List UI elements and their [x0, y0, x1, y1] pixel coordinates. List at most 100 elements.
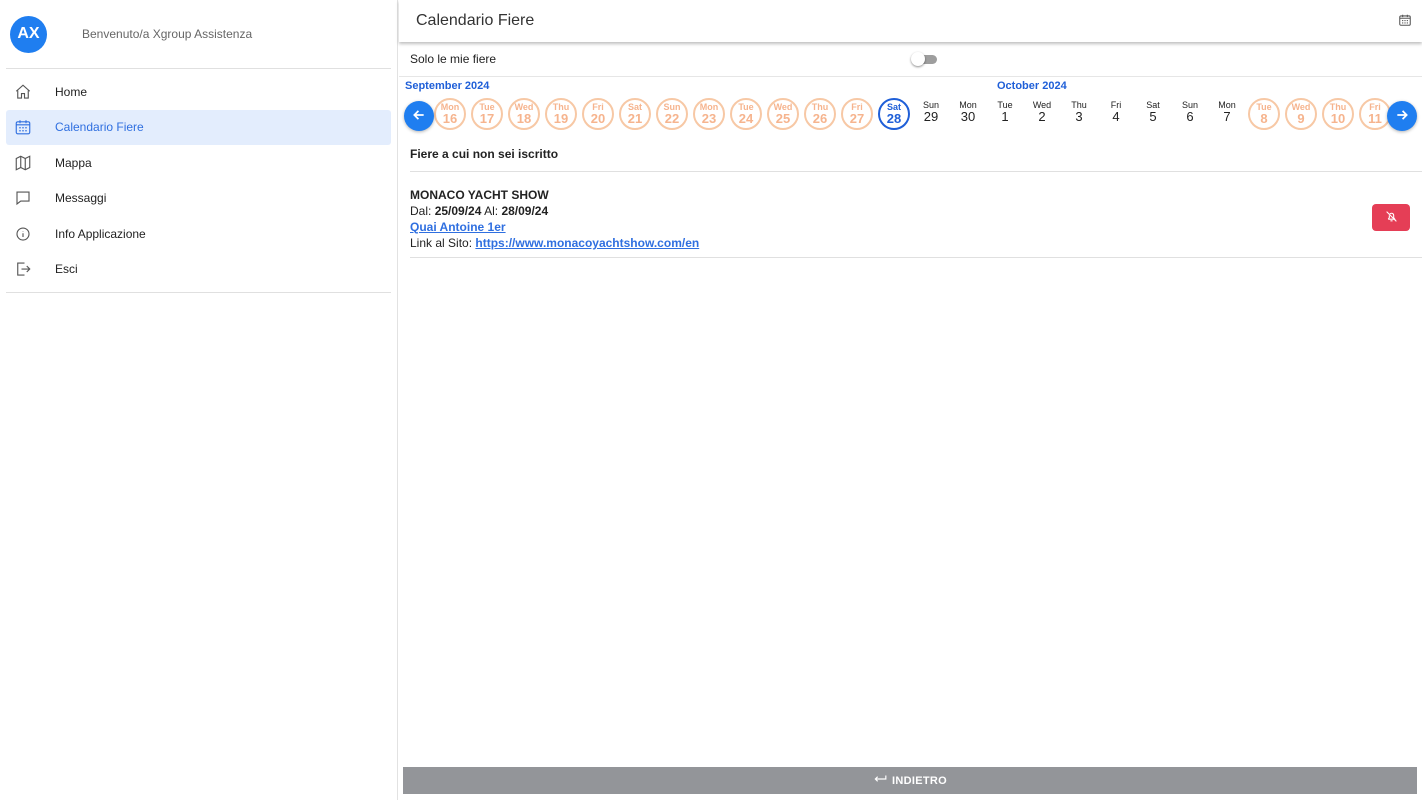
day-number: 1: [1001, 109, 1009, 124]
sidebar-item-label: Calendario Fiere: [55, 120, 144, 135]
event-dates: Dal: 25/09/24 Al: 28/09/24: [410, 203, 699, 219]
day-number: 22: [664, 111, 680, 126]
calendar-day[interactable]: Mon 23: [693, 98, 725, 130]
home-icon: [14, 83, 32, 101]
logout-icon: [14, 260, 32, 278]
calendar-day[interactable]: Mon 30: [952, 98, 984, 130]
event-location-link[interactable]: Quai Antoine 1er: [410, 220, 506, 234]
day-number: 27: [849, 111, 865, 126]
next-week-button[interactable]: [1387, 101, 1417, 131]
day-number: 16: [442, 111, 458, 126]
calendar-day[interactable]: Thu 19: [545, 98, 577, 130]
return-arrow-icon: [873, 774, 892, 787]
message-icon: [14, 189, 32, 207]
back-button-label: INDIETRO: [892, 774, 947, 787]
day-number: 8: [1260, 111, 1268, 126]
day-number: 9: [1297, 111, 1305, 126]
sidebar-item-label: Info Applicazione: [55, 226, 146, 241]
sidebar-item-messaggi[interactable]: Messaggi: [6, 181, 391, 217]
calendar-day[interactable]: Mon 7: [1211, 98, 1243, 130]
day-number: 23: [701, 111, 717, 126]
calendar-day[interactable]: Sat 21: [619, 98, 651, 130]
calendar-day[interactable]: Wed 25: [767, 98, 799, 130]
arrow-right-icon: [1395, 108, 1409, 125]
mute-notifications-button[interactable]: [1372, 204, 1410, 231]
calendar-day[interactable]: Fri 27: [841, 98, 873, 130]
calendar-day[interactable]: Tue 24: [730, 98, 762, 130]
event-title: MONACO YACHT SHOW: [410, 188, 549, 202]
calendar-day[interactable]: Sun 22: [656, 98, 688, 130]
day-number: 10: [1330, 111, 1346, 126]
info-icon: [14, 225, 32, 243]
day-number: 21: [627, 111, 643, 126]
back-button[interactable]: INDIETRO: [403, 767, 1417, 794]
page-title: Calendario Fiere: [416, 12, 535, 29]
sidebar-item-mappa[interactable]: Mappa: [6, 145, 391, 181]
day-number: 11: [1368, 111, 1382, 126]
main-content: Calendario Fiere Solo le mie fiere Septe…: [399, 0, 1422, 800]
day-number: 7: [1223, 109, 1231, 124]
divider: [410, 171, 1422, 172]
day-number: 20: [590, 111, 606, 126]
calendar-day[interactable]: Sat 5: [1137, 98, 1169, 130]
event-site: Link al Sito: https://www.monacoyachtsho…: [410, 235, 699, 251]
sidebar-item-esci[interactable]: Esci: [6, 252, 391, 288]
avatar[interactable]: AX: [10, 15, 47, 53]
calendar-day[interactable]: Tue 17: [471, 98, 503, 130]
day-number: 3: [1075, 109, 1083, 124]
from-label: Dal:: [410, 204, 432, 218]
map-icon: [14, 154, 32, 172]
user-header: AX Benvenuto/a Xgroup Assistenza: [6, 0, 391, 69]
site-label: Link al Sito:: [410, 236, 473, 250]
from-date: 25/09/24: [434, 204, 482, 218]
sidebar-nav: Home Calendario Fiere Mappa Messaggi Inf…: [6, 74, 391, 293]
day-number: 17: [479, 111, 495, 126]
calendar-icon: [14, 118, 32, 136]
sidebar-item-label: Messaggi: [55, 191, 107, 206]
calendar-day[interactable]: Sun 29: [915, 98, 947, 130]
day-number: 24: [738, 111, 754, 126]
event-card: MONACO YACHT SHOW Dal: 25/09/24 Al: 28/0…: [410, 187, 699, 251]
sidebar-item-label: Esci: [55, 262, 78, 277]
section-title: Fiere a cui non sei iscritto: [410, 147, 559, 161]
calendar-day[interactable]: Tue 1: [989, 98, 1021, 130]
calendar-day[interactable]: Fri 20: [582, 98, 614, 130]
filter-row: Solo le mie fiere: [399, 42, 1422, 77]
sidebar-item-calendario-fiere[interactable]: Calendario Fiere: [6, 109, 391, 145]
month-label: October 2024: [997, 80, 1067, 92]
event-site-link[interactable]: https://www.monacoyachtshow.com/en: [475, 236, 699, 250]
to-label: Al:: [484, 204, 499, 218]
day-number: 6: [1186, 109, 1194, 124]
day-number: 2: [1038, 109, 1046, 124]
prev-week-button[interactable]: [404, 101, 434, 131]
sidebar: AX Benvenuto/a Xgroup Assistenza Home Ca…: [0, 0, 398, 800]
day-number: 5: [1149, 109, 1157, 124]
calendar-day[interactable]: Sat 28: [878, 98, 910, 130]
calendar-day[interactable]: Wed 18: [508, 98, 540, 130]
day-number: 29: [923, 109, 939, 124]
day-number: 26: [812, 111, 828, 126]
sidebar-item-info-applicazione[interactable]: Info Applicazione: [6, 216, 391, 252]
calendar-day[interactable]: Sun 6: [1174, 98, 1206, 130]
day-number: 25: [775, 111, 791, 126]
calendar-day[interactable]: Thu 3: [1063, 98, 1095, 130]
day-number: 30: [960, 109, 976, 124]
calendar-day[interactable]: Thu 26: [804, 98, 836, 130]
calendar-day[interactable]: Fri 4: [1100, 98, 1132, 130]
calendar-icon[interactable]: [1398, 13, 1412, 30]
arrow-left-icon: [412, 108, 426, 125]
day-number: 19: [553, 111, 569, 126]
calendar-day[interactable]: Wed 2: [1026, 98, 1058, 130]
divider: [410, 257, 1422, 258]
date-strip: September 2024 October 2024 Mon 16 Tue 17 We…: [399, 77, 1422, 139]
day-number: 4: [1112, 109, 1120, 124]
calendar-day[interactable]: Mon 16: [434, 98, 466, 130]
bell-off-icon: [1385, 210, 1398, 226]
calendar-day[interactable]: Tue 8: [1248, 98, 1280, 130]
to-date: 28/09/24: [501, 204, 549, 218]
sidebar-item-home[interactable]: Home: [6, 74, 391, 110]
my-fairs-toggle[interactable]: [911, 52, 937, 66]
sidebar-item-label: Home: [55, 84, 88, 99]
calendar-day[interactable]: Thu 10: [1322, 98, 1354, 130]
calendar-day[interactable]: Wed 9: [1285, 98, 1317, 130]
